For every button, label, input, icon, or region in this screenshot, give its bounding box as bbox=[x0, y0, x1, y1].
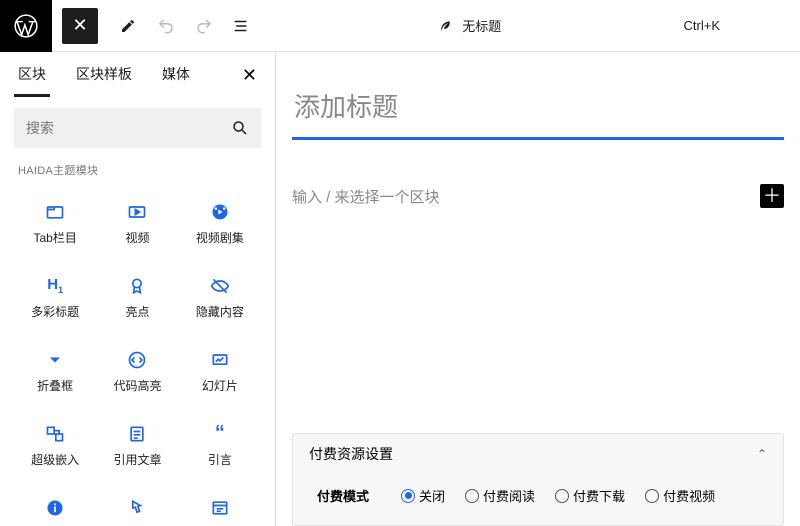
radio-icon bbox=[465, 489, 479, 503]
radio-label: 付费视频 bbox=[663, 486, 715, 505]
paragraph-placeholder: 输入 / 来选择一个区块 bbox=[292, 186, 760, 207]
toggle-inserter-button[interactable]: ✕ bbox=[62, 8, 98, 44]
collapse-icon bbox=[44, 349, 66, 371]
block-label: 多彩标题 bbox=[31, 303, 79, 320]
buttons-icon bbox=[126, 497, 148, 519]
paid-mode-options: 关闭 付费阅读 付费下载 付费视频 bbox=[401, 486, 715, 505]
close-inserter-icon[interactable]: ✕ bbox=[238, 61, 261, 90]
tabs-icon bbox=[44, 201, 66, 223]
chevron-up-icon: ⌃ bbox=[757, 447, 767, 461]
block-search[interactable] bbox=[14, 108, 261, 148]
document-title: 无标题 bbox=[462, 16, 501, 35]
radio-label: 关闭 bbox=[419, 486, 445, 505]
embed-icon bbox=[44, 423, 66, 445]
block-item-video-series[interactable]: 视频剧集 bbox=[179, 186, 261, 260]
paid-resource-panel: 付费资源设置 ⌃ 付费模式 关闭 付费阅读 付费下载 付费视频 bbox=[292, 433, 784, 526]
editor-canvas: 输入 / 来选择一个区块 ＋ 付费资源设置 ⌃ 付费模式 关闭付费阅读付费下载付… bbox=[276, 52, 800, 526]
block-label: 超级嵌入 bbox=[31, 451, 79, 468]
document-title-bar[interactable]: 无标题 bbox=[256, 16, 684, 35]
search-icon bbox=[231, 119, 249, 137]
code-icon bbox=[126, 349, 148, 371]
radio-label: 付费阅读 bbox=[483, 486, 535, 505]
add-block-button[interactable]: ＋ bbox=[760, 184, 784, 208]
radio-label: 付费下载 bbox=[573, 486, 625, 505]
block-item-eye-slash[interactable]: 隐藏内容 bbox=[179, 260, 261, 334]
block-item-code[interactable]: 代码高亮 bbox=[96, 334, 178, 408]
block-grid: Tab栏目 视频 视频剧集 H1 多彩标题 亮点 隐藏内容折叠框 代码高亮 幻灯片超级嵌入 引用文… bbox=[14, 186, 261, 526]
search-input[interactable] bbox=[26, 120, 231, 136]
quote-icon: “ bbox=[209, 423, 231, 445]
block-item-quote-doc[interactable]: 引用文章 bbox=[96, 408, 178, 482]
paid-option-0[interactable]: 关闭 bbox=[401, 486, 445, 505]
eye-slash-icon bbox=[209, 275, 231, 297]
top-toolbar: ✕ 无标题 Ctrl+K bbox=[0, 0, 800, 52]
paid-panel-body: 付费模式 关闭 付费阅读 付费下载 付费视频 bbox=[293, 474, 783, 525]
info-icon bbox=[44, 497, 66, 519]
video-icon bbox=[126, 201, 148, 223]
inserter-tabs: 区块 区块样板 媒体 ✕ bbox=[0, 52, 275, 98]
tab-media[interactable]: 媒体 bbox=[158, 54, 194, 97]
post-title-input[interactable] bbox=[292, 92, 784, 140]
paid-panel-title: 付费资源设置 bbox=[309, 444, 393, 464]
block-label: 视频剧集 bbox=[196, 229, 244, 246]
block-label: 引言 bbox=[208, 451, 232, 468]
undo-icon[interactable] bbox=[152, 12, 180, 40]
slides-icon bbox=[209, 349, 231, 371]
redo-icon[interactable] bbox=[190, 12, 218, 40]
radio-icon bbox=[645, 489, 659, 503]
wordpress-logo[interactable] bbox=[0, 0, 52, 52]
feather-icon bbox=[438, 19, 452, 33]
block-label: 视频 bbox=[125, 229, 149, 246]
tab-blocks[interactable]: 区块 bbox=[14, 54, 50, 97]
block-label: 代码高亮 bbox=[113, 377, 161, 394]
paid-option-2[interactable]: 付费下载 bbox=[555, 486, 625, 505]
block-item-modal[interactable]: 模态框 bbox=[179, 482, 261, 526]
default-block-appender[interactable]: 输入 / 来选择一个区块 ＋ bbox=[292, 184, 784, 208]
block-label: 亮点 bbox=[125, 303, 149, 320]
radio-icon bbox=[401, 489, 415, 503]
block-item-slides[interactable]: 幻灯片 bbox=[179, 334, 261, 408]
toolbar-tools bbox=[114, 12, 256, 40]
block-item-embed[interactable]: 超级嵌入 bbox=[14, 408, 96, 482]
radio-icon bbox=[555, 489, 569, 503]
modal-icon bbox=[209, 497, 231, 519]
block-item-collapse[interactable]: 折叠框 bbox=[14, 334, 96, 408]
block-item-tabs[interactable]: Tab栏目 bbox=[14, 186, 96, 260]
main-area: 区块 区块样板 媒体 ✕ HAIDA主题模块 Tab栏目 视频 视频剧集 H1 多彩标题… bbox=[0, 52, 800, 526]
block-item-info[interactable]: 提醒框 bbox=[14, 482, 96, 526]
block-item-quote[interactable]: “ 引言 bbox=[179, 408, 261, 482]
tab-patterns[interactable]: 区块样板 bbox=[72, 54, 136, 97]
block-section-title: HAIDA主题模块 bbox=[18, 162, 261, 178]
paid-option-1[interactable]: 付费阅读 bbox=[465, 486, 535, 505]
paid-mode-label: 付费模式 bbox=[317, 486, 369, 505]
inserter-scroll[interactable]: HAIDA主题模块 Tab栏目 视频 视频剧集 H1 多彩标题 亮点 隐藏内容折叠框 代码高亮… bbox=[0, 98, 275, 526]
block-label: 幻灯片 bbox=[202, 377, 238, 394]
block-label: 折叠框 bbox=[37, 377, 73, 394]
paid-option-3[interactable]: 付费视频 bbox=[645, 486, 715, 505]
paid-panel-header[interactable]: 付费资源设置 ⌃ bbox=[293, 434, 783, 474]
block-inserter-panel: 区块 区块样板 媒体 ✕ HAIDA主题模块 Tab栏目 视频 视频剧集 H1 多彩标题… bbox=[0, 52, 276, 526]
quote-doc-icon bbox=[126, 423, 148, 445]
block-label: Tab栏目 bbox=[33, 229, 76, 246]
document-outline-icon[interactable] bbox=[228, 12, 256, 40]
block-label: 引用文章 bbox=[113, 451, 161, 468]
edit-tool-icon[interactable] bbox=[114, 12, 142, 40]
block-label: 隐藏内容 bbox=[196, 303, 244, 320]
badge-icon bbox=[126, 275, 148, 297]
h1-icon: H1 bbox=[44, 275, 66, 297]
block-item-video[interactable]: 视频 bbox=[96, 186, 178, 260]
block-item-badge[interactable]: 亮点 bbox=[96, 260, 178, 334]
video-series-icon bbox=[209, 201, 231, 223]
block-item-h1[interactable]: H1 多彩标题 bbox=[14, 260, 96, 334]
block-item-buttons[interactable]: 按钮组 bbox=[96, 482, 178, 526]
command-shortcut: Ctrl+K bbox=[684, 18, 720, 33]
